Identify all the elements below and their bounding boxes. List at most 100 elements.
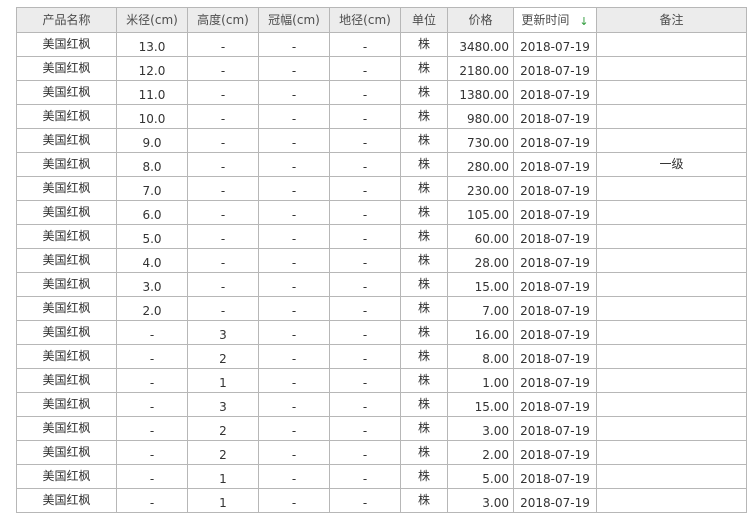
cell-unit: 株 [400,104,448,129]
table-row: 美国红枫 13.0- - - 株 3480.00 2018-07-19 [16,32,747,57]
cell-crown-width: - [258,200,330,225]
header-crown-width[interactable]: 冠幅(cm) [258,7,330,33]
table-row: 美国红枫 6.0- - - 株 105.00 2018-07-19 [16,200,747,225]
table-row: 美国红枫 -2- - 株 8.00 2018-07-19 [16,344,747,369]
cell-updated-date: 2018-07-19 [513,296,597,321]
cell-ground-diameter: - [329,344,401,369]
cell-height: 1 [187,488,259,513]
cell-note [596,272,747,297]
cell-height: - [187,104,259,129]
cell-unit: 株 [400,176,448,201]
cell-ground-diameter: - [329,80,401,105]
cell-price: 3.00 [447,488,514,513]
cell-height: - [187,80,259,105]
cell-updated-date: 2018-07-19 [513,368,597,393]
cell-price: 2.00 [447,440,514,465]
cell-ground-diameter: - [329,104,401,129]
cell-note [596,248,747,273]
cell-crown-width: - [258,296,330,321]
cell-note: 一级 [596,152,747,177]
cell-ground-diameter: - [329,176,401,201]
cell-diameter: 10.0 [116,104,188,129]
header-diameter[interactable]: 米径(cm) [116,7,188,33]
cell-crown-width: - [258,152,330,177]
header-unit[interactable]: 单位 [400,7,448,33]
header-updated-time[interactable]: 更新时间 ↓ [513,7,597,33]
cell-diameter: 3.0 [116,272,188,297]
cell-diameter: - [116,368,188,393]
cell-note [596,56,747,81]
header-price[interactable]: 价格 [447,7,514,33]
header-product-name[interactable]: 产品名称 [16,7,117,33]
cell-price: 3.00 [447,416,514,441]
cell-diameter: - [116,344,188,369]
cell-product-name: 美国红枫 [16,296,117,321]
cell-crown-width: - [258,344,330,369]
cell-product-name: 美国红枫 [16,392,117,417]
cell-ground-diameter: - [329,464,401,489]
cell-crown-width: - [258,368,330,393]
cell-updated-date: 2018-07-19 [513,32,597,57]
cell-product-name: 美国红枫 [16,152,117,177]
cell-diameter: 6.0 [116,200,188,225]
cell-note [596,320,747,345]
cell-crown-width: - [258,248,330,273]
cell-price: 7.00 [447,296,514,321]
cell-product-name: 美国红枫 [16,200,117,225]
cell-height: - [187,32,259,57]
cell-updated-date: 2018-07-19 [513,440,597,465]
cell-unit: 株 [400,152,448,177]
cell-note [596,80,747,105]
cell-unit: 株 [400,32,448,57]
sort-down-arrow-icon[interactable]: ↓ [579,15,588,28]
cell-height: 1 [187,368,259,393]
cell-price: 15.00 [447,272,514,297]
cell-price: 980.00 [447,104,514,129]
cell-product-name: 美国红枫 [16,320,117,345]
cell-height: 2 [187,440,259,465]
header-height[interactable]: 高度(cm) [187,7,259,33]
table-row: 美国红枫 -1- - 株 3.00 2018-07-19 [16,488,747,513]
cell-note [596,176,747,201]
header-updated-time-label: 更新时间 [521,13,570,27]
cell-ground-diameter: - [329,224,401,249]
table-row: 美国红枫 -3- - 株 15.00 2018-07-19 [16,392,747,417]
cell-diameter: 8.0 [116,152,188,177]
cell-updated-date: 2018-07-19 [513,128,597,153]
cell-product-name: 美国红枫 [16,104,117,129]
cell-diameter: - [116,464,188,489]
cell-crown-width: - [258,488,330,513]
cell-unit: 株 [400,272,448,297]
cell-ground-diameter: - [329,440,401,465]
cell-unit: 株 [400,80,448,105]
cell-unit: 株 [400,392,448,417]
cell-height: 1 [187,464,259,489]
cell-note [596,200,747,225]
price-table-container: 产品名称 米径(cm) 高度(cm) 冠幅(cm) 地径(cm) 单位 价格 更… [16,7,747,513]
cell-note [596,464,747,489]
header-note[interactable]: 备注 [596,7,747,33]
table-row: 美国红枫 -2- - 株 3.00 2018-07-19 [16,416,747,441]
cell-ground-diameter: - [329,128,401,153]
cell-height: - [187,272,259,297]
cell-price: 60.00 [447,224,514,249]
cell-diameter: 4.0 [116,248,188,273]
cell-updated-date: 2018-07-19 [513,80,597,105]
cell-diameter: 11.0 [116,80,188,105]
cell-price: 1380.00 [447,80,514,105]
cell-product-name: 美国红枫 [16,32,117,57]
cell-diameter: 12.0 [116,56,188,81]
table-header-row: 产品名称 米径(cm) 高度(cm) 冠幅(cm) 地径(cm) 单位 价格 更… [16,7,747,33]
cell-product-name: 美国红枫 [16,416,117,441]
cell-diameter: 9.0 [116,128,188,153]
header-ground-diameter[interactable]: 地径(cm) [329,7,401,33]
cell-unit: 株 [400,200,448,225]
cell-updated-date: 2018-07-19 [513,56,597,81]
cell-height: - [187,128,259,153]
cell-price: 15.00 [447,392,514,417]
cell-crown-width: - [258,320,330,345]
cell-note [596,488,747,513]
cell-product-name: 美国红枫 [16,176,117,201]
cell-product-name: 美国红枫 [16,440,117,465]
cell-note [596,416,747,441]
